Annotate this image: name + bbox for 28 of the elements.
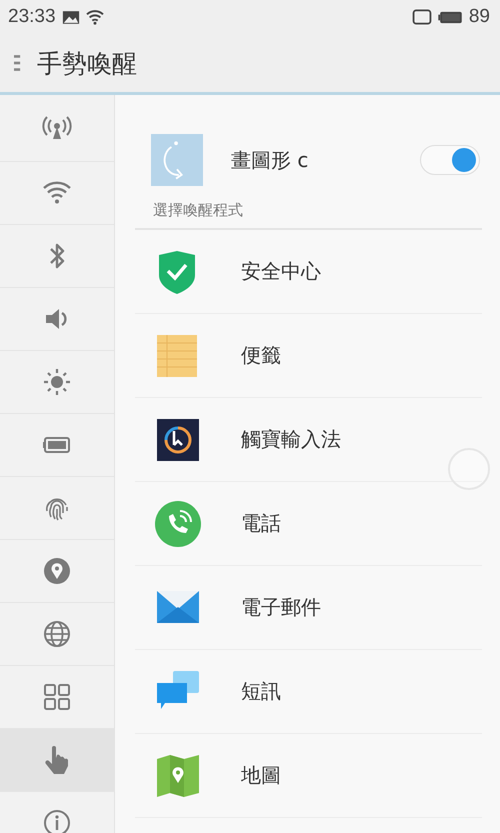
phone-icon bbox=[155, 500, 201, 546]
map-icon bbox=[155, 752, 201, 798]
app-list-item[interactable]: 電話 bbox=[135, 482, 482, 566]
app-list-item[interactable]: 觸寶輸入法 bbox=[135, 398, 482, 482]
gesture-c-icon bbox=[149, 134, 205, 186]
app-list-item[interactable]: 電子郵件 bbox=[135, 566, 482, 650]
sidebar-item[interactable] bbox=[0, 729, 114, 792]
globe-icon bbox=[42, 619, 72, 649]
app-list-item[interactable]: 安全中心 bbox=[135, 230, 482, 314]
wifi-icon bbox=[86, 9, 104, 25]
info-icon bbox=[42, 808, 72, 833]
battery-icon bbox=[438, 10, 463, 24]
grid-icon bbox=[42, 682, 72, 712]
image-icon bbox=[62, 10, 80, 24]
battery-level: 89 bbox=[468, 6, 490, 28]
app-list-item[interactable]: 便籤 bbox=[135, 314, 482, 398]
keyboard-app-icon bbox=[155, 416, 201, 462]
sun-icon bbox=[42, 367, 72, 397]
page-title: 手勢喚醒 bbox=[37, 48, 137, 80]
app-list-item[interactable]: 短訊 bbox=[135, 650, 482, 734]
status-time: 23:33 bbox=[8, 6, 56, 28]
window-icon bbox=[412, 9, 432, 25]
menu-icon[interactable] bbox=[14, 53, 21, 73]
toggle-switch[interactable] bbox=[420, 145, 480, 175]
app-list-item[interactable]: 地圖 bbox=[135, 734, 482, 818]
location-icon bbox=[42, 556, 72, 586]
gesture-label: 畫圖形 c bbox=[231, 146, 310, 174]
section-label: 選擇喚醒程式 bbox=[135, 201, 482, 230]
